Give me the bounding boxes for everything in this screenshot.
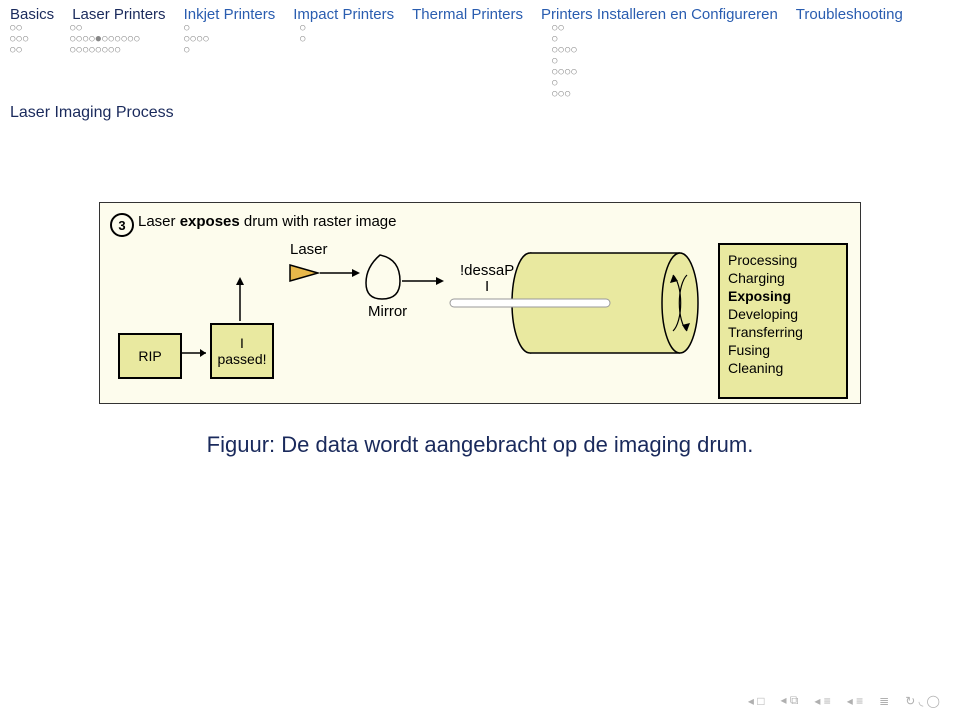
laser-imaging-figure: 3 Laser exposes drum with raster image R… [99,202,861,404]
nav-troubleshooting[interactable]: Troubleshooting [796,6,903,23]
nav-laser-printers[interactable]: Laser Printers [72,6,165,23]
dessa-line1: !dessaP [460,262,514,279]
step-title-bold: exposes [180,213,240,230]
nav-next-slide-icon[interactable]: ◂ ≡ [847,694,863,708]
stage-list-box: Processing Charging Exposing Developing … [718,243,848,399]
dessa-label: !dessaP I [460,263,514,295]
step-title: Laser exposes drum with raster image [138,213,396,230]
nav-bar: Basics Laser Printers Inkjet Printers Im… [0,0,960,23]
nav-basics[interactable]: Basics [10,6,54,23]
dots-inkjet: ○ ○○○○ ○ [184,23,282,100]
nav-cycle-icon[interactable]: ↻ ◟ ◯ [905,694,940,708]
nav-last-icon[interactable]: ≣ [879,694,889,708]
stage-processing: Processing [728,251,838,269]
figure-area: 3 Laser exposes drum with raster image R… [0,202,960,404]
step-title-pre: Laser [138,213,180,230]
nav-inkjet-printers[interactable]: Inkjet Printers [184,6,276,23]
beamer-nav-footer: ◂ □ ◂ ⧉ ◂ ≡ ◂ ≡ ≣ ↻ ◟ ◯ [748,693,940,708]
dots-laser: ○○ ○○○○●○○○○○○ ○○○○○○○○ [70,23,166,100]
stage-cleaning: Cleaning [728,359,838,377]
figure-caption: Figuur: De data wordt aangebracht op de … [0,432,960,458]
progress-dots-row: ○○ ○○○ ○○ ○○ ○○○○●○○○○○○ ○○○○○○○○ ○ ○○○○… [0,23,960,100]
mirror-label: Mirror [368,303,407,320]
stage-transferring: Transferring [728,323,838,341]
laser-label: Laser [290,241,328,258]
nav-prev-slide-icon[interactable]: ◂ ≡ [814,694,830,708]
step-title-post: drum with raster image [240,213,397,230]
dessa-line2: I [485,278,489,295]
rip-box: RIP [118,333,182,379]
nav-first-icon[interactable]: ◂ □ [748,694,765,708]
dots-impact: ○ ○ [300,23,404,100]
nav-install-config[interactable]: Printers Installeren en Configureren [541,6,778,23]
stage-exposing: Exposing [728,287,838,305]
passed-box: I passed! [210,323,274,379]
section-title: Laser Imaging Process [0,100,960,122]
step-number-badge: 3 [110,213,134,237]
stage-fusing: Fusing [728,341,838,359]
nav-prev-section-icon[interactable]: ◂ ⧉ [780,693,798,708]
passed-line2: passed! [217,351,266,367]
nav-impact-printers[interactable]: Impact Printers [293,6,394,23]
dots-basics: ○○ ○○○ ○○ [10,23,52,100]
stage-developing: Developing [728,305,838,323]
dots-install: ○○ ○ ○○○○ ○ ○○○○ ○ ○○○ [552,23,792,100]
nav-thermal-printers[interactable]: Thermal Printers [412,6,523,23]
stage-charging: Charging [728,269,838,287]
passed-line1: I [240,335,244,351]
dots-thermal [422,23,534,100]
